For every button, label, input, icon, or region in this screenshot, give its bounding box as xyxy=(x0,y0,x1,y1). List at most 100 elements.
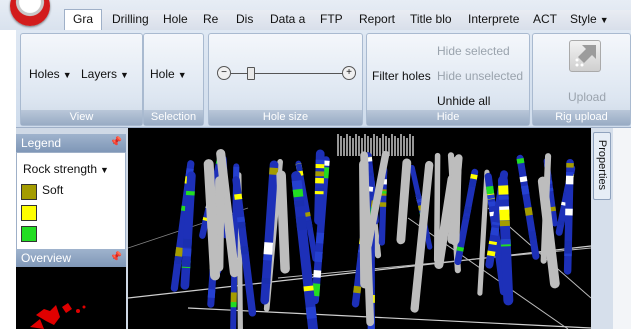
drillhole-segment xyxy=(320,233,321,244)
drillhole-segment xyxy=(309,221,310,229)
drillhole[interactable] xyxy=(401,163,407,240)
tab-act[interactable]: ACT xyxy=(533,10,557,29)
selection-group: Hole▼ Selection xyxy=(143,33,204,126)
drillhole-segment xyxy=(301,217,302,230)
rig-upload-group-label: Rig upload xyxy=(533,110,630,125)
far-drillholes xyxy=(338,134,413,156)
drillholes xyxy=(174,154,571,329)
drillhole-segment xyxy=(317,270,318,277)
overview-map[interactable] xyxy=(16,267,126,329)
holes-dropdown[interactable]: Holes▼ xyxy=(29,67,72,81)
drillhole-segment xyxy=(490,186,491,194)
drillhole-segment xyxy=(299,201,300,207)
drillhole-segment xyxy=(419,199,420,202)
drillhole-segment xyxy=(357,286,358,293)
properties-tab[interactable]: Properties xyxy=(593,132,611,200)
pin-icon[interactable]: 📌 xyxy=(110,249,122,267)
drillhole-segment xyxy=(492,202,493,207)
legend-swatch-green xyxy=(21,226,37,242)
chevron-down-icon: ▼ xyxy=(100,165,109,175)
upload-icon xyxy=(569,40,601,72)
tab-dis[interactable]: Dis xyxy=(236,10,253,29)
chevron-down-icon: ▼ xyxy=(600,15,609,25)
drillhole-segment xyxy=(179,247,180,256)
drillhole-segment xyxy=(561,221,562,226)
drillhole-segment xyxy=(325,167,326,178)
drillhole[interactable] xyxy=(480,172,487,293)
drillhole-segment xyxy=(311,307,312,318)
drillhole-segment xyxy=(318,252,319,262)
drillhole[interactable] xyxy=(520,158,536,256)
overview-panel-title: Overview 📌 xyxy=(16,249,126,267)
legend-item-label: Soft xyxy=(42,183,63,197)
ribbon: Holes▼ Layers▼ View Hole▼ Selection − + … xyxy=(16,30,631,128)
tab-re[interactable]: Re xyxy=(203,10,218,29)
window-edge xyxy=(613,128,631,329)
layers-dropdown-label: Layers xyxy=(81,67,117,81)
ribbon-tabs: Gra Drilling Hole Re Dis Data a FTP Repo… xyxy=(64,10,631,30)
drillhole-segment xyxy=(211,289,212,297)
overview-title: Overview xyxy=(21,251,71,265)
hole-dropdown[interactable]: Hole▼ xyxy=(150,67,187,81)
hide-unselected-button[interactable]: Hide unselected xyxy=(437,69,523,83)
tab-drilling[interactable]: Drilling xyxy=(112,10,149,29)
properties-tab-label: Properties xyxy=(596,133,608,197)
upload-button[interactable]: Upload xyxy=(568,90,606,104)
unhide-all-button[interactable]: Unhide all xyxy=(437,94,490,108)
chevron-down-icon: ▼ xyxy=(178,70,187,80)
3d-drillhole-view[interactable] xyxy=(128,128,591,329)
drillhole-segment xyxy=(523,177,524,182)
tab-hole[interactable]: Hole xyxy=(163,10,188,29)
hide-selected-button[interactable]: Hide selected xyxy=(437,44,510,58)
drillhole[interactable] xyxy=(455,161,457,240)
layers-dropdown[interactable]: Layers▼ xyxy=(81,67,129,81)
drillhole[interactable] xyxy=(219,181,220,267)
drillhole-segment xyxy=(206,218,207,221)
legend-panel: Rock strength▼ Soft xyxy=(16,152,126,251)
ribbon-tab-bar: Gra Drilling Hole Re Dis Data a FTP Repo… xyxy=(0,0,631,30)
selection-group-label: Selection xyxy=(144,110,203,125)
tab-style-label: Style xyxy=(570,12,597,26)
tab-gra[interactable]: Gra xyxy=(64,9,102,31)
view-group: Holes▼ Layers▼ View xyxy=(20,33,143,126)
tab-title-blo[interactable]: Title blo xyxy=(410,10,452,29)
tab-style[interactable]: Style▼ xyxy=(570,10,609,29)
drillhole-segment xyxy=(316,284,317,297)
filter-holes-button[interactable]: Filter holes xyxy=(372,69,431,83)
drillhole-segment xyxy=(467,207,468,213)
drillhole-segment xyxy=(244,246,245,254)
right-dock: Properties xyxy=(591,128,631,329)
drillhole[interactable] xyxy=(209,164,215,275)
drillhole[interactable] xyxy=(364,164,365,283)
tab-interprete[interactable]: Interprete xyxy=(468,10,519,29)
legend-swatch-soft xyxy=(21,184,37,200)
pin-icon[interactable]: 📌 xyxy=(110,134,122,152)
zoom-in-icon[interactable]: + xyxy=(342,66,356,80)
drillhole-segment xyxy=(466,216,467,219)
tab-data-a[interactable]: Data a xyxy=(270,10,305,29)
tab-ftp[interactable]: FTP xyxy=(320,10,343,29)
rock-strength-dropdown[interactable]: Rock strength▼ xyxy=(23,162,109,176)
zoom-out-icon[interactable]: − xyxy=(217,66,231,80)
hole-size-group-label: Hole size xyxy=(209,110,362,125)
chevron-down-icon: ▼ xyxy=(120,70,129,80)
drillhole[interactable] xyxy=(281,175,285,269)
drillhole-segment xyxy=(491,195,492,199)
drillhole-segment xyxy=(472,179,473,187)
legend-title: Legend xyxy=(21,136,61,150)
legend-swatch-yellow xyxy=(21,205,37,221)
application-menu-button[interactable] xyxy=(10,0,50,26)
drillhole-segment xyxy=(238,194,239,199)
drillhole-segment xyxy=(460,247,461,251)
chevron-down-icon: ▼ xyxy=(63,70,72,80)
drillhole-segment xyxy=(241,222,242,228)
drillhole-segment xyxy=(298,189,299,197)
hide-group-label: Hide xyxy=(367,110,529,125)
hole-dropdown-label: Hole xyxy=(150,67,175,81)
hole-size-group: − + Hole size xyxy=(208,33,363,126)
rig-upload-group: Upload Rig upload xyxy=(532,33,631,126)
view-group-label: View xyxy=(21,110,142,125)
tab-report[interactable]: Report xyxy=(359,10,395,29)
drillhole-segment xyxy=(525,186,526,194)
hole-size-slider-thumb[interactable] xyxy=(247,67,255,80)
